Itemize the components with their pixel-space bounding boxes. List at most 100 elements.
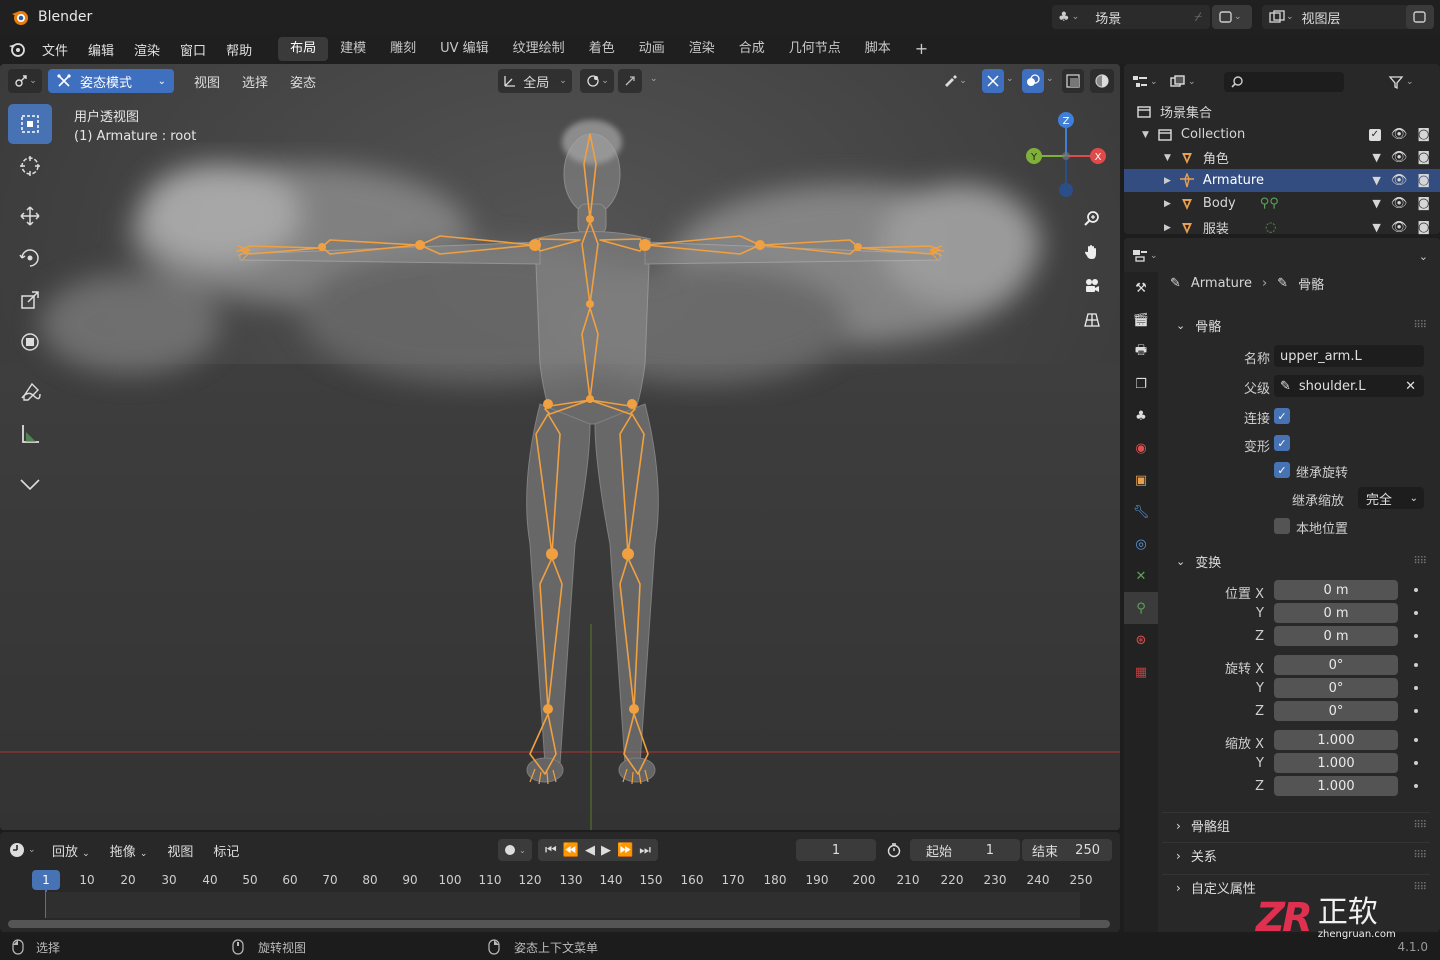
eye-icon[interactable]: 👁︎ <box>1391 150 1408 165</box>
tab-object-data[interactable]: ✕ <box>1124 560 1158 592</box>
workspace-tab-uv-editing[interactable]: UV 编辑 <box>428 37 501 61</box>
3d-viewport[interactable]: ⌄ 姿态模式 ⌄ 视图 选择 姿态 全局 ⌄ ⌄ ⌄ ⌄ ⌄ ⌄ 用户透视图 (… <box>0 64 1120 830</box>
clear-x-icon[interactable]: ✕ <box>1405 379 1416 394</box>
cloth-modifier-icon[interactable]: ◌ <box>1265 220 1276 235</box>
menu-pose[interactable]: 姿态 <box>282 69 324 93</box>
timeline-ruler[interactable]: 1 10 20 30 40 50 60 70 80 90 100 110 120… <box>0 868 1120 918</box>
tab-output[interactable]: 🖶︎ <box>1124 336 1158 368</box>
workspace-tab-modeling[interactable]: 建模 <box>328 37 378 61</box>
keyframe-dot-icon[interactable] <box>1414 709 1418 713</box>
tab-world[interactable]: ◉ <box>1124 432 1158 464</box>
transform-tool[interactable] <box>8 322 52 362</box>
scene-new-button[interactable]: ⌄ <box>1212 5 1252 29</box>
menu-view[interactable]: 视图 <box>186 69 228 93</box>
keyframe-dot-icon[interactable] <box>1414 761 1418 765</box>
connect-checkbox[interactable]: ✓ <box>1274 408 1290 424</box>
annotate-tool[interactable] <box>8 372 52 412</box>
pivot-point-button[interactable]: ⌄ <box>580 69 614 93</box>
outliner-row-body[interactable]: ▶ Body ⚲⚲ ▼ 👁︎ ◙ <box>1124 192 1440 215</box>
rotation-z-field[interactable]: 0° <box>1274 701 1398 721</box>
inherit-rotation-checkbox[interactable]: ✓ <box>1274 462 1290 478</box>
roll-tool[interactable] <box>8 464 52 504</box>
jump-next-key-icon[interactable]: ⏩ <box>617 843 633 858</box>
workspace-tab-rendering[interactable]: 渲染 <box>677 37 727 61</box>
move-tool[interactable] <box>8 196 52 236</box>
play-reverse-icon[interactable]: ◀ <box>585 843 595 858</box>
scale-z-field[interactable]: 1.000 <box>1274 776 1398 796</box>
expand-down-icon[interactable]: ▼ <box>1164 153 1171 163</box>
menu-help[interactable]: 帮助 <box>216 40 262 59</box>
workspace-tab-sculpting[interactable]: 雕刻 <box>378 37 428 61</box>
menu-render[interactable]: 渲染 <box>124 40 170 59</box>
select-box-tool[interactable] <box>8 104 52 144</box>
drag-grip-icon[interactable]: ⠿⠿ <box>1413 820 1427 831</box>
eye-icon[interactable]: 👁︎ <box>1391 196 1408 211</box>
pan-button[interactable] <box>1078 238 1106 266</box>
scale-x-field[interactable]: 1.000 <box>1274 730 1398 750</box>
location-z-field[interactable]: 0 m <box>1274 626 1398 646</box>
outliner-row-character[interactable]: ▼ 角色 ▼ 👁︎ ◙ <box>1124 146 1440 169</box>
timeline-scrollbar[interactable] <box>8 920 1110 928</box>
gizmo-menu-chevron-icon[interactable]: ⌄ <box>1006 74 1014 84</box>
rotation-y-field[interactable]: 0° <box>1274 678 1398 698</box>
keyframe-dot-icon[interactable] <box>1414 611 1418 615</box>
bone-panel-header[interactable]: ⌄ 骨骼 ⠿⠿ <box>1162 312 1430 338</box>
menu-marker[interactable]: 标记 <box>203 841 249 860</box>
gizmo-toggle[interactable] <box>982 69 1004 93</box>
parent-bone-field[interactable]: ✎ shoulder.L ✕ <box>1274 375 1424 397</box>
start-frame-field[interactable]: 起始 1 <box>910 839 1020 861</box>
keyframe-dot-icon[interactable] <box>1414 686 1418 690</box>
tab-tool[interactable]: ⚒ <box>1124 272 1158 304</box>
filter-button[interactable]: ⌄ <box>1388 74 1414 90</box>
drag-grip-icon[interactable]: ⠿⠿ <box>1413 556 1427 567</box>
camera-render-icon[interactable]: ◙ <box>1417 196 1430 211</box>
transform-orientation-select[interactable]: 全局 ⌄ <box>498 69 572 93</box>
preview-range-toggle[interactable] <box>882 839 906 861</box>
workspace-tab-scripting[interactable]: 脚本 <box>853 37 903 61</box>
current-frame-field[interactable]: 1 <box>796 839 876 861</box>
inherit-scale-select[interactable]: 完全 ⌄ <box>1358 487 1424 509</box>
rotation-x-field[interactable]: 0° <box>1274 655 1398 675</box>
tab-object[interactable]: ▣ <box>1124 464 1158 496</box>
outliner-row-collection[interactable]: ▼ Collection ✓ 👁︎ ◙ <box>1124 123 1440 146</box>
eye-icon[interactable]: 👁︎ <box>1391 173 1408 188</box>
tab-physics[interactable]: ◎ <box>1124 528 1158 560</box>
jump-end-icon[interactable]: ⏭ <box>639 843 651 858</box>
camera-render-icon[interactable]: ◙ <box>1417 173 1430 188</box>
tab-scene[interactable]: ♣ <box>1124 400 1158 432</box>
end-frame-field[interactable]: 结束 250 <box>1022 839 1112 861</box>
scene-selector[interactable]: ♣ ⌄ 场景 ⌿ <box>1052 5 1210 29</box>
workspace-tab-animation[interactable]: 动画 <box>627 37 677 61</box>
overlays-menu-chevron-icon[interactable]: ⌄ <box>1046 74 1054 84</box>
expand-right-icon[interactable]: ▶ <box>1164 176 1171 186</box>
menu-file[interactable]: 文件 <box>32 40 78 59</box>
eye-icon[interactable]: 👁︎ <box>1391 127 1408 142</box>
checkbox-checked-icon[interactable]: ✓ <box>1368 128 1381 141</box>
tab-bone-constraints[interactable]: ⊛ <box>1124 624 1158 656</box>
zoom-button[interactable] <box>1078 204 1106 232</box>
menu-window[interactable]: 窗口 <box>170 40 216 59</box>
keyframe-dot-icon[interactable] <box>1414 784 1418 788</box>
timeline-editor-type-button[interactable]: ⌄ <box>8 841 42 859</box>
camera-render-icon[interactable]: ◙ <box>1417 127 1430 142</box>
pin-icon[interactable]: ⌿ <box>1194 10 1202 25</box>
relations-panel-header[interactable]: › 关系 ⠿⠿ <box>1162 842 1430 868</box>
tab-texture[interactable]: ▦ <box>1124 656 1158 688</box>
measure-tool[interactable] <box>8 414 52 454</box>
eye-icon[interactable]: 👁︎ <box>1391 220 1408 235</box>
properties-editor-type-button[interactable]: ⌄ <box>1132 248 1158 264</box>
keyframe-dot-icon[interactable] <box>1414 663 1418 667</box>
filter-funnel-icon[interactable]: ▼ <box>1372 174 1380 187</box>
workspace-tab-compositing[interactable]: 合成 <box>727 37 777 61</box>
menu-timeline-view[interactable]: 视图 <box>157 841 203 860</box>
menu-select[interactable]: 选择 <box>234 69 276 93</box>
menu-playback[interactable]: 回放 ⌄ <box>42 841 100 860</box>
snap-menu-chevron-icon[interactable]: ⌄ <box>650 74 658 84</box>
workspace-tab-shading[interactable]: 着色 <box>577 37 627 61</box>
keyframe-dot-icon[interactable] <box>1414 588 1418 592</box>
cursor-tool[interactable] <box>8 146 52 186</box>
navigation-gizmo[interactable]: Z X Y <box>1022 108 1112 204</box>
jump-start-icon[interactable]: ⏮ <box>545 843 557 858</box>
outliner-row-armature[interactable]: ▶ Armature ▼ 👁︎ ◙ <box>1124 169 1440 192</box>
jump-prev-key-icon[interactable]: ⏪ <box>563 843 579 858</box>
